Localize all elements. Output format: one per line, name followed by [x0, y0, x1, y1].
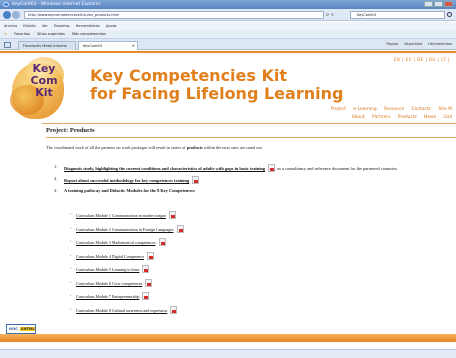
tab-bar: Foroductiv Metal Informe KeyComKit × Pág…	[0, 39, 456, 50]
list-item: Curriculum Module 1 Communication in mot…	[70, 211, 370, 219]
tab-keycomkit[interactable]: KeyComKit ×	[78, 41, 138, 50]
secondary-nav: About Partners Products News Gall	[346, 115, 452, 120]
pdf-icon[interactable]	[147, 251, 154, 260]
diagnosis-study-link[interactable]: Diagnosis study, highlighting the curren…	[64, 166, 265, 171]
site-logo[interactable]: Key Com Kit	[10, 57, 80, 119]
module-4-link[interactable]: Curriculum Module 4 Digital Competence	[76, 254, 144, 259]
search-icon[interactable]	[447, 12, 452, 17]
window-title: KeyComKit - Windows Internet Explorer	[12, 2, 101, 7]
close-icon[interactable]: ×	[132, 42, 135, 50]
list-item: Curriculum Module 6 Civic competences	[70, 278, 370, 287]
list-item: 1. Diagnosis study, highlighting the cur…	[54, 164, 398, 172]
menu-herramientas[interactable]: Herramientas	[76, 24, 100, 28]
primary-nav: Project e-Learning Resource Contacts Sit…	[325, 107, 452, 112]
fav-mas-complementos[interactable]: Más complementos	[72, 32, 106, 36]
module-6-link[interactable]: Curriculum Module 6 Civic competences	[76, 281, 142, 286]
language-switcher[interactable]: EN | ES | DE | BG | LT |	[394, 57, 450, 62]
pdf-icon[interactable]	[268, 164, 276, 172]
maximize-button[interactable]	[434, 1, 443, 7]
list-item: 3. A training pathway and Didactic Modul…	[54, 188, 196, 193]
close-button[interactable]	[444, 1, 453, 7]
list-item: Curriculum Module 4 Digital Competence	[70, 251, 370, 260]
footer-band	[0, 334, 456, 342]
fav-favoritos[interactable]: Favoritos	[14, 32, 30, 36]
page-viewport: EN | ES | DE | BG | LT | Key Com Kit Key…	[0, 51, 456, 349]
menu-ver[interactable]: Ver	[42, 24, 48, 28]
tab-label: Foroductiv Metal Informe	[23, 44, 67, 48]
status-bar	[0, 349, 456, 358]
ie-icon	[3, 2, 9, 7]
pdf-icon[interactable]	[145, 278, 153, 287]
pdf-icon[interactable]	[176, 224, 184, 233]
search-input[interactable]: KeyComKit	[350, 11, 445, 19]
module-2-link[interactable]: Curriculum Module 2 Communication in For…	[76, 227, 174, 232]
pdf-icon[interactable]	[170, 305, 178, 314]
list-item: Curriculum Module 3 Mathematical compete…	[70, 238, 370, 246]
tab-label: KeyComKit	[83, 44, 102, 48]
modules-list: Curriculum Module 1 Communication in mot…	[70, 211, 370, 319]
menu-edicion[interactable]: Edición	[23, 24, 36, 28]
menu-favoritos[interactable]: Favoritos	[54, 24, 70, 28]
divider	[42, 123, 456, 124]
list-item: Curriculum Module 5 Learning to learn	[70, 265, 370, 273]
intro-text: The coordinated work of all the partners…	[46, 145, 263, 150]
page-title: Project: Products	[46, 127, 95, 134]
menu-ayuda[interactable]: Ayuda	[106, 24, 117, 28]
minimize-button[interactable]	[424, 1, 433, 7]
address-bar: http://www.keycompetenceskit.eu/en_produ…	[0, 9, 456, 21]
module-5-link[interactable]: Curriculum Module 5 Learning to learn	[76, 267, 139, 272]
forward-button[interactable]	[12, 11, 20, 19]
module-3-link[interactable]: Curriculum Module 3 Mathematical compete…	[76, 240, 156, 245]
pdf-icon[interactable]	[169, 211, 176, 219]
header-band	[0, 51, 456, 53]
nav-elearning[interactable]: e-Learning	[353, 107, 376, 112]
list-item: Curriculum Module 7 Entrepreneurship	[70, 292, 370, 300]
nav-resource[interactable]: Resource	[384, 107, 404, 112]
divider	[46, 137, 456, 138]
pdf-icon[interactable]	[142, 265, 150, 273]
nav-gallery[interactable]: Gall	[443, 115, 452, 120]
module-1-link[interactable]: Curriculum Module 1 Communication in mot…	[76, 213, 166, 218]
favorites-bar: ★ Favoritos Sitios sugeridos Más complem…	[0, 30, 456, 39]
site-title: Key Competencies Kit for Facing Lifelong…	[90, 66, 344, 103]
tab-foroductiv[interactable]: Foroductiv Metal Informe	[18, 41, 76, 50]
list-item: Curriculum Module 2 Communication in For…	[70, 224, 370, 233]
cmd-herramientas[interactable]: Herramientas	[428, 42, 452, 46]
window-controls	[424, 1, 453, 7]
list-item: Curriculum Module 8 Cultural awareness a…	[70, 305, 370, 314]
pdf-icon[interactable]	[142, 292, 150, 300]
nav-partners[interactable]: Partners	[372, 115, 390, 120]
nav-contacts[interactable]: Contacts	[412, 107, 431, 112]
url-input[interactable]: http://www.keycompetenceskit.eu/en_produ…	[24, 11, 324, 19]
module-8-link[interactable]: Curriculum Module 8 Cultural awareness a…	[76, 308, 167, 313]
cmd-seguridad[interactable]: Seguridad	[404, 42, 422, 46]
menu-bar: Archivo Edición Ver Favoritos Herramient…	[0, 22, 456, 30]
pdf-icon[interactable]	[158, 238, 166, 246]
nav-news[interactable]: News	[424, 115, 436, 120]
pdf-icon[interactable]	[192, 176, 200, 184]
products-list: 1. Diagnosis study, highlighting the cur…	[54, 164, 444, 198]
methodology-report-link[interactable]: Report about successful methodology for …	[64, 178, 189, 183]
list-item: 2. Report about successful methodology f…	[54, 176, 444, 184]
nav-site-map[interactable]: Site M	[438, 107, 452, 112]
cmd-pagina[interactable]: Página	[386, 42, 398, 46]
refresh-icon[interactable]: ⟳ ✕	[326, 12, 334, 17]
logo-text: Key Com Kit	[30, 62, 58, 99]
module-7-link[interactable]: Curriculum Module 7 Entrepreneurship	[76, 294, 139, 299]
quick-tabs-icon[interactable]	[4, 42, 11, 48]
back-button[interactable]	[3, 11, 11, 19]
menu-archivo[interactable]: Archivo	[4, 24, 17, 28]
nav-products[interactable]: Products	[398, 115, 417, 120]
w3c-badge[interactable]: W3CXHTML 1.0	[6, 324, 36, 339]
nav-project[interactable]: Project	[331, 107, 346, 112]
nav-about[interactable]: About	[352, 115, 365, 120]
command-bar: Página Seguridad Herramientas	[381, 42, 452, 46]
window-titlebar: KeyComKit - Windows Internet Explorer	[0, 0, 456, 9]
fav-sitios-sugeridos[interactable]: Sitios sugeridos	[37, 32, 65, 36]
star-icon: ★	[4, 32, 8, 36]
